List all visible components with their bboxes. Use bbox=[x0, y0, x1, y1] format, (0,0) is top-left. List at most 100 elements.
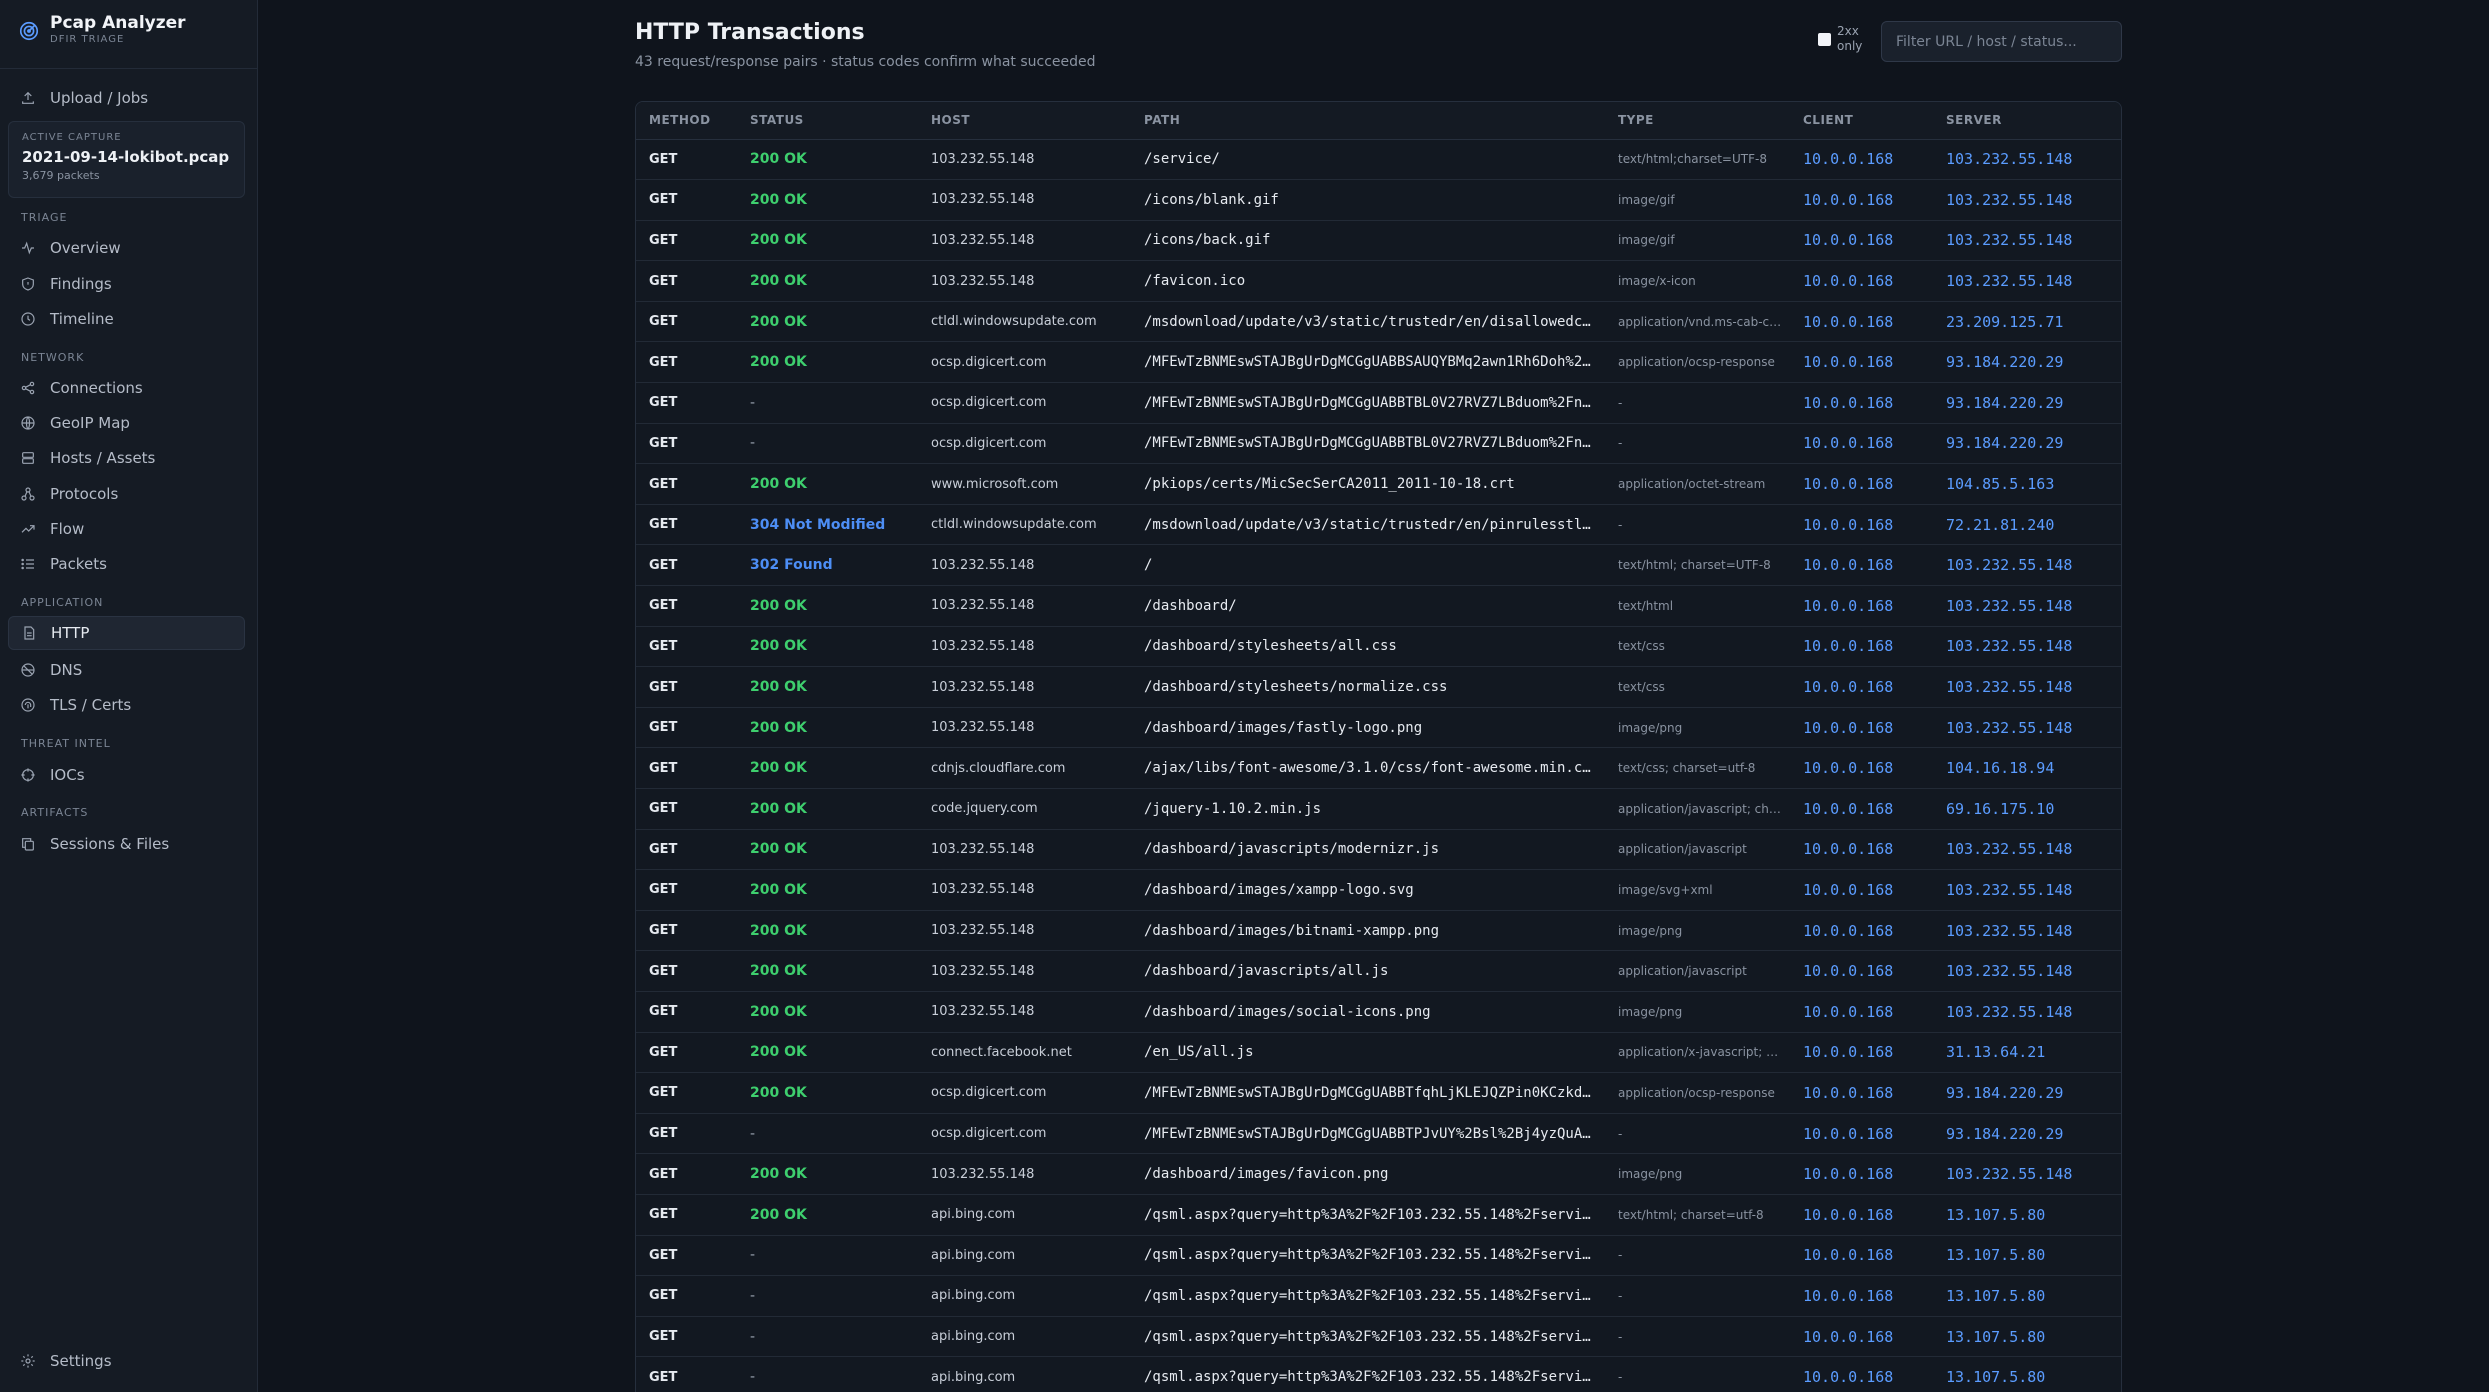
client-ip-cell[interactable]: 10.0.0.168 bbox=[1790, 423, 1933, 465]
client-ip-cell[interactable]: 10.0.0.168 bbox=[1790, 1356, 1933, 1392]
sidebar-item-timeline[interactable]: Timeline bbox=[8, 302, 245, 336]
client-ip-cell[interactable]: 10.0.0.168 bbox=[1790, 1235, 1933, 1277]
table-row[interactable]: GET 304 Not Modified ctldl.windowsupdate.c… bbox=[636, 504, 2121, 546]
sidebar-item-flow[interactable]: Flow bbox=[8, 512, 245, 546]
host-cell[interactable]: 103.232.55.148 bbox=[918, 585, 1131, 627]
server-ip-cell[interactable]: 23.209.125.71 bbox=[1933, 301, 2121, 343]
sidebar-item-settings[interactable]: Settings bbox=[8, 1344, 245, 1378]
sidebar-item-protocols[interactable]: Protocols bbox=[8, 477, 245, 511]
client-ip-cell[interactable]: 10.0.0.168 bbox=[1790, 910, 1933, 952]
server-ip-cell[interactable]: 93.184.220.29 bbox=[1933, 341, 2121, 384]
server-ip-cell[interactable]: 103.232.55.148 bbox=[1933, 1153, 2121, 1195]
server-ip-cell[interactable]: 103.232.55.148 bbox=[1933, 829, 2121, 871]
host-cell[interactable]: ocsp.digicert.com bbox=[918, 382, 1131, 424]
column-header-method[interactable]: METHOD bbox=[636, 102, 737, 140]
server-ip-cell[interactable]: 104.85.5.163 bbox=[1933, 463, 2121, 505]
server-ip-cell[interactable]: 13.107.5.80 bbox=[1933, 1316, 2121, 1358]
server-ip-cell[interactable]: 104.16.18.94 bbox=[1933, 747, 2121, 789]
table-row[interactable]: GET - ocsp.digicert.com/MFEwTzBNMEswSTAJBg… bbox=[636, 382, 2121, 424]
table-row[interactable]: GET 302 Found 103.232.55.148/text/html; ch… bbox=[636, 544, 2121, 587]
table-row[interactable]: GET 200 OK connect.facebook.net/en_US/all.… bbox=[636, 1032, 2121, 1074]
server-ip-cell[interactable]: 13.107.5.80 bbox=[1933, 1275, 2121, 1317]
server-ip-cell[interactable]: 103.232.55.148 bbox=[1933, 910, 2121, 952]
table-row[interactable]: GET 200 OK 103.232.55.148/dashboard/images… bbox=[636, 707, 2121, 749]
client-ip-cell[interactable]: 10.0.0.168 bbox=[1790, 950, 1933, 992]
table-row[interactable]: GET 200 OK 103.232.55.148/service/text/htm… bbox=[636, 139, 2121, 181]
sidebar-item-hosts[interactable]: Hosts / Assets bbox=[8, 441, 245, 475]
table-row[interactable]: GET 200 OK cdnjs.cloudflare.com/ajax/libs/… bbox=[636, 747, 2121, 789]
host-cell[interactable]: api.bing.com bbox=[918, 1356, 1131, 1392]
host-cell[interactable]: ocsp.digicert.com bbox=[918, 1072, 1131, 1114]
table-row[interactable]: GET - api.bing.com/qsml.aspx?query=http%3A… bbox=[636, 1356, 2121, 1392]
host-cell[interactable]: www.microsoft.com bbox=[918, 463, 1131, 505]
sidebar-item-iocs[interactable]: IOCs bbox=[8, 758, 245, 792]
host-cell[interactable]: 103.232.55.148 bbox=[918, 1153, 1131, 1195]
client-ip-cell[interactable]: 10.0.0.168 bbox=[1790, 463, 1933, 505]
table-row[interactable]: GET - ocsp.digicert.com/MFEwTzBNMEswSTAJBg… bbox=[636, 423, 2121, 465]
host-cell[interactable]: 103.232.55.148 bbox=[918, 666, 1131, 708]
server-ip-cell[interactable]: 13.107.5.80 bbox=[1933, 1235, 2121, 1277]
table-row[interactable]: GET 200 OK 103.232.55.148/favicon.ico image… bbox=[636, 260, 2121, 302]
host-cell[interactable]: connect.facebook.net bbox=[918, 1032, 1131, 1074]
sidebar-item-dns[interactable]: DNS bbox=[8, 653, 245, 687]
host-cell[interactable]: 103.232.55.148 bbox=[918, 220, 1131, 262]
table-row[interactable]: GET 200 OK 103.232.55.148/dashboard/styles… bbox=[636, 666, 2121, 708]
sidebar-item-geoip[interactable]: GeoIP Map bbox=[8, 406, 245, 440]
column-header-server[interactable]: SERVER bbox=[1933, 102, 2121, 140]
filter-2xx-checkbox[interactable] bbox=[1818, 32, 1831, 46]
table-row[interactable]: GET 200 OK 103.232.55.148/dashboard/styles… bbox=[636, 626, 2121, 668]
client-ip-cell[interactable]: 10.0.0.168 bbox=[1790, 301, 1933, 343]
table-row[interactable]: GET - ocsp.digicert.com/MFEwTzBNMEswSTAJBg… bbox=[636, 1113, 2121, 1155]
client-ip-cell[interactable]: 10.0.0.168 bbox=[1790, 179, 1933, 221]
sidebar-item-upload[interactable]: Upload / Jobs bbox=[8, 81, 245, 115]
sidebar-item-overview[interactable]: Overview bbox=[8, 231, 245, 265]
server-ip-cell[interactable]: 103.232.55.148 bbox=[1933, 707, 2121, 749]
column-header-path[interactable]: PATH bbox=[1131, 102, 1605, 140]
client-ip-cell[interactable]: 10.0.0.168 bbox=[1790, 707, 1933, 749]
filter-input[interactable] bbox=[1881, 21, 2122, 62]
host-cell[interactable]: 103.232.55.148 bbox=[918, 179, 1131, 221]
client-ip-cell[interactable]: 10.0.0.168 bbox=[1790, 139, 1933, 181]
server-ip-cell[interactable]: 103.232.55.148 bbox=[1933, 139, 2121, 181]
client-ip-cell[interactable]: 10.0.0.168 bbox=[1790, 829, 1933, 871]
table-row[interactable]: GET 200 OK code.jquery.com/jquery-1.10.2.m… bbox=[636, 788, 2121, 830]
client-ip-cell[interactable]: 10.0.0.168 bbox=[1790, 788, 1933, 830]
sidebar-item-packets[interactable]: Packets bbox=[8, 547, 245, 581]
client-ip-cell[interactable]: 10.0.0.168 bbox=[1790, 1275, 1933, 1317]
server-ip-cell[interactable]: 72.21.81.240 bbox=[1933, 504, 2121, 546]
server-ip-cell[interactable]: 103.232.55.148 bbox=[1933, 950, 2121, 992]
server-ip-cell[interactable]: 103.232.55.148 bbox=[1933, 626, 2121, 668]
host-cell[interactable]: api.bing.com bbox=[918, 1235, 1131, 1277]
client-ip-cell[interactable]: 10.0.0.168 bbox=[1790, 1032, 1933, 1074]
host-cell[interactable]: 103.232.55.148 bbox=[918, 829, 1131, 871]
host-cell[interactable]: ocsp.digicert.com bbox=[918, 1113, 1131, 1155]
table-row[interactable]: GET 200 OK 103.232.55.148/icons/blank.gif i… bbox=[636, 179, 2121, 221]
server-ip-cell[interactable]: 103.232.55.148 bbox=[1933, 544, 2121, 587]
server-ip-cell[interactable]: 103.232.55.148 bbox=[1933, 869, 2121, 911]
server-ip-cell[interactable]: 93.184.220.29 bbox=[1933, 382, 2121, 424]
server-ip-cell[interactable]: 13.107.5.80 bbox=[1933, 1194, 2121, 1236]
table-row[interactable]: GET 200 OK 103.232.55.148/dashboard/text/h… bbox=[636, 585, 2121, 627]
client-ip-cell[interactable]: 10.0.0.168 bbox=[1790, 1194, 1933, 1236]
host-cell[interactable]: 103.232.55.148 bbox=[918, 544, 1131, 587]
client-ip-cell[interactable]: 10.0.0.168 bbox=[1790, 626, 1933, 668]
client-ip-cell[interactable]: 10.0.0.168 bbox=[1790, 585, 1933, 627]
sidebar-item-sessions[interactable]: Sessions & Files bbox=[8, 827, 245, 861]
host-cell[interactable]: ocsp.digicert.com bbox=[918, 423, 1131, 465]
server-ip-cell[interactable]: 103.232.55.148 bbox=[1933, 585, 2121, 627]
host-cell[interactable]: 103.232.55.148 bbox=[918, 910, 1131, 952]
host-cell[interactable]: 103.232.55.148 bbox=[918, 139, 1131, 181]
column-header-type[interactable]: TYPE bbox=[1605, 102, 1790, 140]
server-ip-cell[interactable]: 103.232.55.148 bbox=[1933, 260, 2121, 302]
host-cell[interactable]: ocsp.digicert.com bbox=[918, 341, 1131, 384]
host-cell[interactable]: cdnjs.cloudflare.com bbox=[918, 747, 1131, 789]
client-ip-cell[interactable]: 10.0.0.168 bbox=[1790, 1113, 1933, 1155]
server-ip-cell[interactable]: 69.16.175.10 bbox=[1933, 788, 2121, 830]
client-ip-cell[interactable]: 10.0.0.168 bbox=[1790, 544, 1933, 587]
host-cell[interactable]: api.bing.com bbox=[918, 1316, 1131, 1358]
table-row[interactable]: GET 200 OK 103.232.55.148/dashboard/javasc… bbox=[636, 950, 2121, 992]
server-ip-cell[interactable]: 103.232.55.148 bbox=[1933, 991, 2121, 1033]
column-header-status[interactable]: STATUS bbox=[737, 102, 918, 140]
client-ip-cell[interactable]: 10.0.0.168 bbox=[1790, 504, 1933, 546]
host-cell[interactable]: 103.232.55.148 bbox=[918, 950, 1131, 992]
